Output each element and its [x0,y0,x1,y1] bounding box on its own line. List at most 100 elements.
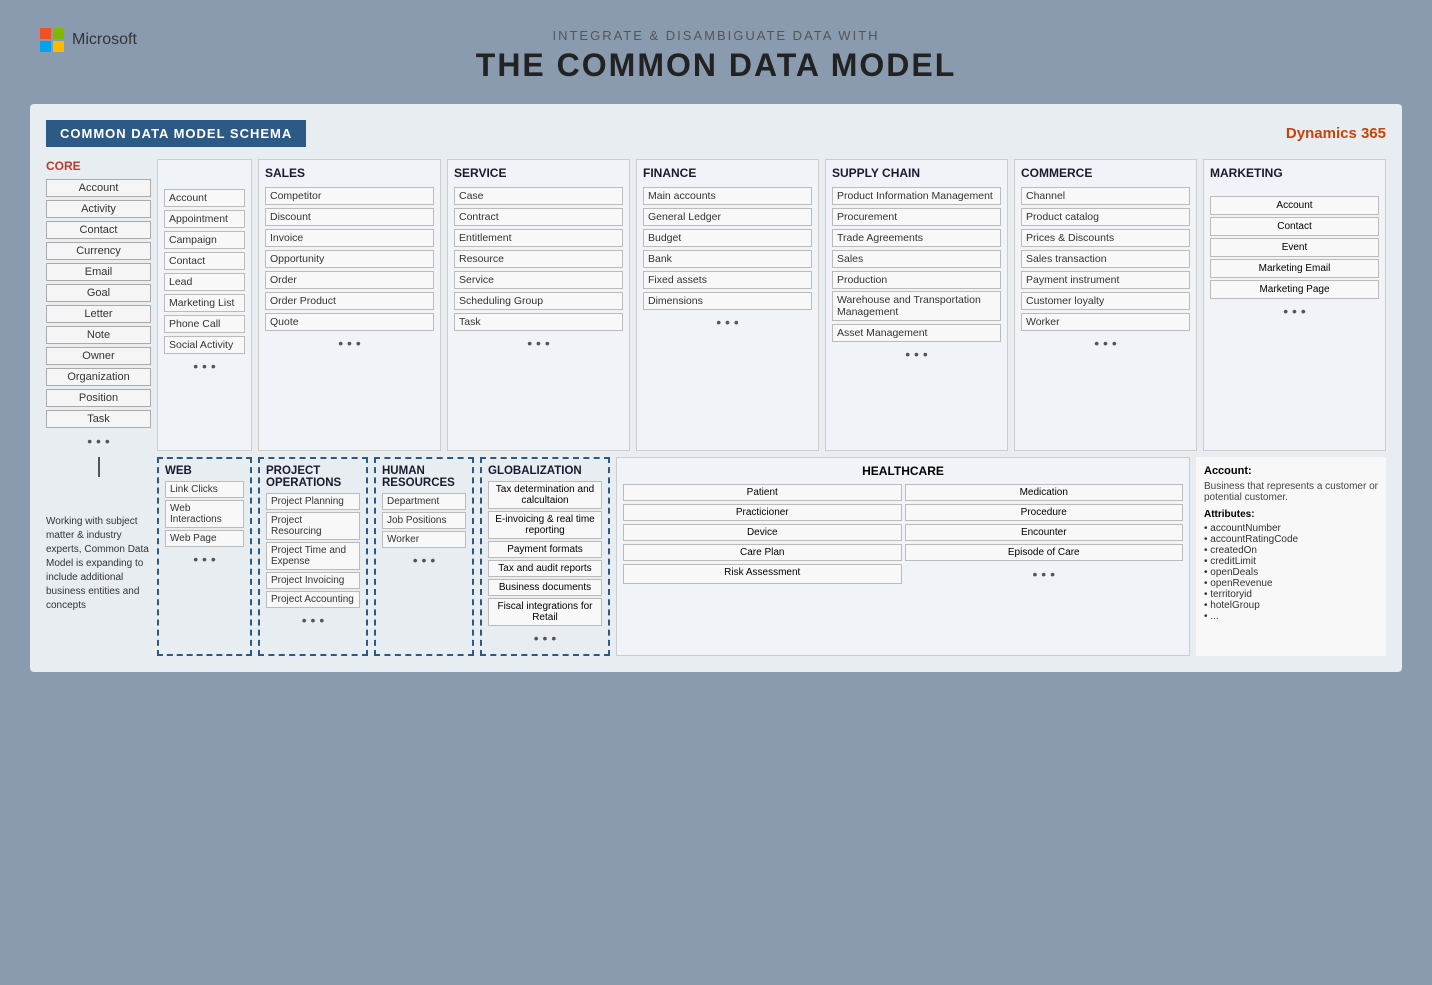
left-text-block: Working with subject matter & industry e… [46,457,151,656]
service-item: Task [454,313,623,331]
marketing-item: Contact [1210,217,1379,236]
header-title: The Common Data Model [0,47,1432,84]
sales-item: Order [265,271,434,289]
crm-item: Phone Call [164,315,245,333]
supply-header: SUPPLY CHAIN [832,166,1001,180]
finance-item: Fixed assets [643,271,812,289]
core-item: Note [46,326,151,344]
top-section: CORE Account Activity Contact Currency E… [46,159,1386,451]
service-item: Service [454,271,623,289]
glob-item: Payment formats [488,541,602,558]
web-header: WEB [165,465,244,477]
commerce-item: Payment instrument [1021,271,1190,289]
marketing-item: Event [1210,238,1379,257]
core-item: Currency [46,242,151,260]
sales-item: Competitor [265,187,434,205]
crm-ellipsis: • • • [164,356,245,376]
account-attr: • openRevenue [1204,578,1378,589]
finance-ellipsis: • • • [643,312,812,332]
supply-item: Warehouse and Transportation Management [832,291,1001,321]
crm-item: Lead [164,273,245,291]
account-info-description: Business that represents a customer or p… [1204,481,1378,503]
healthcare-section: HEALTHCARE Patient Medication Practicion… [616,457,1190,656]
schema-header: COMMON DATA MODEL SCHEMA Dynamics 365 [46,120,1386,147]
commerce-item: Channel [1021,187,1190,205]
account-attr: • createdOn [1204,545,1378,556]
healthcare-item: Episode of Care [905,544,1184,561]
account-attr: • openDeals [1204,567,1378,578]
web-item: Link Clicks [165,481,244,498]
healthcare-item: Patient [623,484,902,501]
project-item: Project Resourcing [266,512,360,540]
commerce-ellipsis: • • • [1021,333,1190,353]
hr-ellipsis: • • • [382,550,466,570]
page-header: Microsoft Integrate & Disambiguate Data … [0,0,1432,104]
web-ellipsis: • • • [165,549,244,569]
crm-item: Account [164,189,245,207]
sales-column: SALES Competitor Discount Invoice Opport… [258,159,441,451]
globalization-header: GLOBALIZATION [488,465,602,477]
glob-item: Tax and audit reports [488,560,602,577]
attrs-label: Attributes: [1204,509,1378,520]
marketing-item: Marketing Email [1210,259,1379,278]
glob-item: Business documents [488,579,602,596]
header-subtitle: Integrate & Disambiguate Data With [0,28,1432,43]
sales-item: Invoice [265,229,434,247]
glob-item: Fiscal integrations for Retail [488,598,602,626]
service-ellipsis: • • • [454,333,623,353]
hr-item: Worker [382,531,466,548]
core-label: CORE [46,159,151,173]
account-attr: • territoryid [1204,589,1378,600]
account-attr: • accountRatingCode [1204,534,1378,545]
crm-item: Campaign [164,231,245,249]
crm-item: Marketing List [164,294,245,312]
project-ops-header: PROJECT OPERATIONS [266,465,360,489]
healthcare-item: Practicioner [623,504,902,521]
sales-header: SALES [265,166,434,180]
core-items: Account Activity Contact Currency Email … [46,179,151,451]
web-section: WEB Link Clicks Web Interactions Web Pag… [157,457,252,656]
finance-item: Bank [643,250,812,268]
healthcare-item: Device [623,524,902,541]
healthcare-header: HEALTHCARE [623,464,1183,478]
marketing-item: Account [1210,196,1379,215]
service-item: Contract [454,208,623,226]
service-column: SERVICE Case Contract Entitlement Resour… [447,159,630,451]
account-info-title: Account: [1204,465,1378,477]
globalization-section: GLOBALIZATION Tax determination and calc… [480,457,610,656]
finance-item: Budget [643,229,812,247]
project-ops-section: PROJECT OPERATIONS Project Planning Proj… [258,457,368,656]
commerce-header: COMMERCE [1021,166,1190,180]
service-header: SERVICE [454,166,623,180]
account-attr: • ... [1204,611,1378,622]
account-attr: • creditLimit [1204,556,1378,567]
account-info-block: Account: Business that represents a cust… [1196,457,1386,656]
supply-ellipsis: • • • [832,344,1001,364]
commerce-item: Product catalog [1021,208,1190,226]
project-item: Project Time and Expense [266,542,360,570]
web-item: Web Page [165,530,244,547]
core-item: Contact [46,221,151,239]
glob-ellipsis: • • • [488,628,602,648]
project-item: Project Planning [266,493,360,510]
marketing-item: Marketing Page [1210,280,1379,299]
project-item: Project Accounting [266,591,360,608]
core-item: Letter [46,305,151,323]
healthcare-item: Medication [905,484,1184,501]
main-container: COMMON DATA MODEL SCHEMA Dynamics 365 CO… [30,104,1402,672]
marketing-ellipsis: • • • [1210,301,1379,321]
supply-item: Production [832,271,1001,289]
glob-item: E-invoicing & real time reporting [488,511,602,539]
core-item: Position [46,389,151,407]
sales-item: Quote [265,313,434,331]
healthcare-grid: Patient Medication Practicioner Procedur… [623,484,1183,584]
hr-section: HUMAN RESOURCES Department Job Positions… [374,457,474,656]
commerce-column: COMMERCE Channel Product catalog Prices … [1014,159,1197,451]
finance-item: Main accounts [643,187,812,205]
bottom-section: Working with subject matter & industry e… [46,457,1386,656]
commerce-item: Worker [1021,313,1190,331]
logo-text: Microsoft [72,31,137,49]
finance-item: Dimensions [643,292,812,310]
service-item: Resource [454,250,623,268]
sales-ellipsis: • • • [265,333,434,353]
